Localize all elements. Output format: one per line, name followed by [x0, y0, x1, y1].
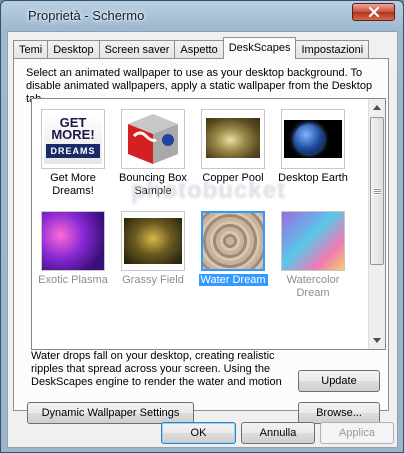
ok-button[interactable]: OK — [161, 422, 236, 444]
wallpaper-item-desktop-earth[interactable]: Desktop Earth — [274, 101, 352, 201]
grassy-field-image — [121, 211, 185, 271]
wallpaper-item-watercolor-dream[interactable]: Watercolor Dream — [274, 203, 352, 303]
plasma-image — [41, 211, 105, 271]
tab-temi[interactable]: Temi — [13, 40, 49, 59]
copper-pool-image — [201, 109, 265, 169]
window-title: Proprietà - Schermo — [28, 8, 145, 23]
logo-line-3: DREAMS — [46, 144, 100, 158]
tab-impostazioni[interactable]: Impostazioni — [295, 40, 370, 59]
dynamic-wallpaper-settings-button[interactable]: Dynamic Wallpaper Settings — [27, 402, 194, 424]
browse-button[interactable]: Browse... — [298, 402, 380, 424]
wallpaper-info-text: Water drops fall on your desktop, creati… — [31, 350, 282, 388]
tab-deskscapes[interactable]: DeskScapes — [222, 37, 297, 59]
close-button[interactable] — [352, 3, 395, 21]
deskscapes-panel: Select an animated wallpaper to use as y… — [13, 58, 389, 424]
dialog-client-area: Temi Desktop Screen saver Aspetto DeskSc… — [7, 31, 398, 448]
wallpaper-label: Copper Pool — [202, 172, 264, 184]
tab-aspetto[interactable]: Aspetto — [174, 40, 224, 59]
tab-screen-saver[interactable]: Screen saver — [98, 40, 176, 59]
scroll-thumb[interactable] — [370, 117, 384, 265]
chevron-up-icon — [373, 105, 381, 110]
water-image — [201, 211, 265, 271]
chevron-down-icon — [373, 338, 381, 343]
wallpaper-item-water-dream[interactable]: Water Dream — [194, 203, 272, 303]
wallpaper-label: Water Dream — [198, 274, 268, 286]
bouncing-box-cube — [121, 109, 185, 169]
tab-desktop[interactable]: Desktop — [47, 40, 100, 59]
wallpaper-label: Grassy Field — [122, 274, 184, 286]
wallpaper-label: Desktop Earth — [278, 172, 348, 184]
wallpaper-item-exotic-plasma[interactable]: Exotic Plasma — [34, 203, 112, 303]
wallpaper-label: Exotic Plasma — [38, 274, 108, 286]
wallpaper-item-copper-pool[interactable]: Copper Pool — [194, 101, 272, 201]
display-properties-window: Proprietà - Schermo Temi Desktop Screen … — [0, 0, 404, 453]
wallpaper-label: Get More Dreams! — [50, 172, 96, 197]
cancel-button[interactable]: Annulla — [241, 422, 315, 444]
update-button[interactable]: Update — [298, 370, 380, 392]
gallery-scrollbar[interactable] — [368, 99, 385, 349]
apply-button[interactable]: Applica — [320, 422, 394, 444]
wallpaper-label: Watercolor Dream — [286, 274, 340, 299]
earth-image — [281, 109, 345, 169]
wallpaper-item-bouncing-box[interactable]: Bouncing Box Sample — [114, 101, 192, 201]
get-more-dreams-logo: GET MORE! DREAMS — [41, 109, 105, 169]
scroll-up-button[interactable] — [369, 99, 385, 116]
wallpaper-label: Bouncing Box Sample — [119, 172, 187, 197]
tab-strip: Temi Desktop Screen saver Aspetto DeskSc… — [13, 37, 370, 59]
wallpaper-item-get-more-dreams[interactable]: GET MORE! DREAMS Get More Dreams! — [34, 101, 112, 201]
logo-line-2: MORE! — [51, 127, 95, 142]
close-icon — [368, 7, 379, 17]
wallpaper-item-grassy-field[interactable]: Grassy Field — [114, 203, 192, 303]
title-bar[interactable]: Proprietà - Schermo — [1, 1, 403, 31]
watercolor-image — [281, 211, 345, 271]
scroll-down-button[interactable] — [369, 332, 385, 349]
grip-icon — [374, 188, 381, 195]
wallpaper-gallery[interactable]: GET MORE! DREAMS Get More Dreams! Bounci… — [31, 98, 386, 350]
